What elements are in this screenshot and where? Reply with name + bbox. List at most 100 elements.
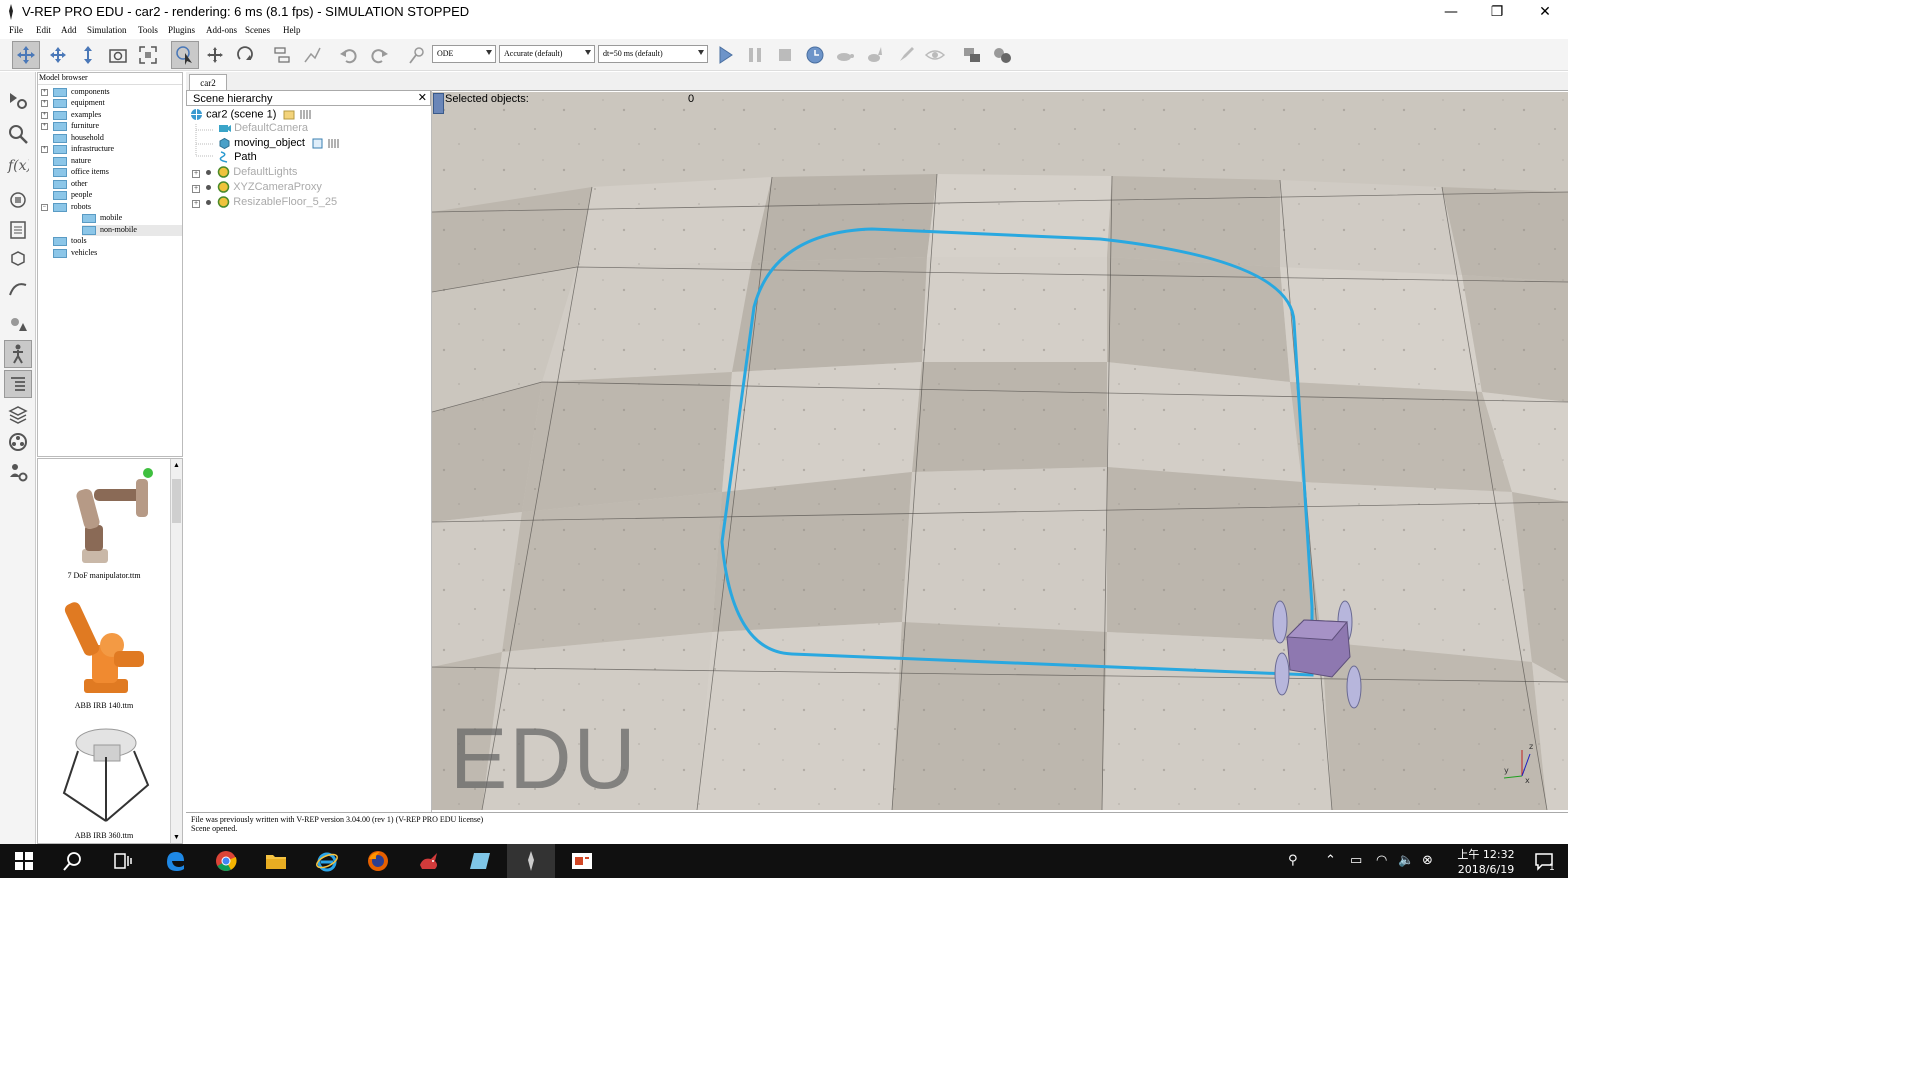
hierarchy-item-moving-object[interactable]: moving_object (218, 137, 339, 150)
slow-down-button[interactable] (831, 41, 859, 69)
tree-item-household[interactable]: household (53, 133, 104, 144)
collision-detection-button[interactable] (4, 120, 32, 148)
object-shift-button[interactable] (201, 41, 229, 69)
edge-app[interactable] (151, 844, 199, 878)
close-button[interactable]: ✕ (1522, 0, 1568, 24)
camera-rotate-button[interactable] (44, 41, 72, 69)
tree-item-non-mobile[interactable]: non-mobile (82, 225, 182, 236)
scripts-button[interactable] (4, 186, 32, 214)
battery-icon[interactable]: ▭ (1350, 853, 1362, 868)
object-properties-button[interactable] (4, 244, 32, 272)
powerpoint-app[interactable] (558, 844, 606, 878)
viewport-corner-handle[interactable] (433, 93, 444, 114)
expand-icon[interactable]: + (41, 122, 48, 130)
tree-item-nature[interactable]: nature (53, 156, 91, 167)
fit-to-view-button[interactable] (134, 41, 162, 69)
action-center-button[interactable]: 1 (1524, 844, 1564, 878)
internet-explorer-app[interactable] (303, 844, 351, 878)
verify-button[interactable] (403, 41, 431, 69)
firefox-app[interactable] (354, 844, 402, 878)
visualization-toggle-button[interactable] (921, 41, 949, 69)
hierarchy-item-defaultcamera[interactable]: DefaultCamera (218, 122, 308, 134)
scene-viewport[interactable]: z y x (432, 92, 1568, 810)
menu-edit[interactable]: Edit (36, 25, 51, 35)
collapse-icon[interactable]: − (41, 203, 48, 211)
tree-item-other[interactable]: other (53, 179, 87, 190)
object-rotate-button[interactable] (231, 41, 259, 69)
layers-button[interactable] (4, 400, 32, 428)
tree-item-office-items[interactable]: office items (53, 167, 109, 178)
model-thumbnail-abb-irb360[interactable]: ABB IRB 360.ttm (38, 723, 170, 840)
scene-hierarchy-toggle-button[interactable] (4, 370, 32, 398)
volume-icon[interactable]: 🔈 (1398, 853, 1414, 868)
tree-item-components[interactable]: + components (41, 87, 110, 98)
scroll-down-icon[interactable]: ▼ (173, 833, 180, 841)
camera-shift-button[interactable] (74, 41, 102, 69)
file-explorer-app[interactable] (252, 844, 300, 878)
user-settings-button[interactable] (4, 458, 32, 486)
speed-up-button[interactable] (861, 41, 889, 69)
people-tray-icon[interactable]: ⚲ (1288, 853, 1298, 868)
menu-plugins[interactable]: Plugins (168, 25, 195, 35)
maximize-button[interactable]: ❐ (1474, 0, 1520, 24)
realtime-mode-button[interactable] (801, 41, 829, 69)
undo-button[interactable] (335, 41, 363, 69)
thread-rendering-button[interactable] (891, 41, 919, 69)
menu-simulation[interactable]: Simulation (87, 25, 127, 35)
taskbar-clock[interactable]: 上午 12:32 2018/6/19 (1450, 847, 1522, 877)
tree-item-infrastructure[interactable]: + infrastructure (41, 144, 114, 155)
menu-help[interactable]: Help (283, 25, 301, 35)
tree-item-people[interactable]: people (53, 190, 92, 201)
expand-icon[interactable]: + (41, 99, 48, 107)
start-button[interactable] (0, 844, 48, 878)
scene-tab-car2[interactable]: car2 (189, 74, 227, 91)
task-view-button[interactable] (98, 844, 146, 878)
tree-item-mobile[interactable]: mobile (82, 213, 122, 224)
page-selector-button[interactable] (4, 216, 32, 244)
expand-icon[interactable]: + (41, 88, 48, 96)
thumbnail-scrollbar[interactable]: ▲ ▼ (170, 459, 182, 843)
menu-tools[interactable]: Tools (138, 25, 158, 35)
tree-item-vehicles[interactable]: vehicles (53, 248, 97, 259)
scroll-thumb[interactable] (172, 479, 181, 523)
assemble-button[interactable] (268, 41, 296, 69)
wifi-icon[interactable]: ◠ (1376, 853, 1387, 868)
video-recorder-button[interactable] (4, 428, 32, 456)
simulation-settings-button[interactable] (4, 86, 32, 114)
physics-engine-select[interactable]: ODE (432, 45, 496, 63)
pause-simulation-button[interactable] (741, 41, 769, 69)
timestep-select[interactable]: dt=50 ms (default) (598, 45, 708, 63)
paint-app[interactable] (456, 844, 504, 878)
vrep-app-active[interactable] (507, 844, 555, 878)
menu-add[interactable]: Add (61, 25, 77, 35)
camera-angle-button[interactable] (104, 41, 132, 69)
hierarchy-close-button[interactable]: ✕ (418, 91, 427, 104)
tree-item-equipment[interactable]: + equipment (41, 98, 105, 109)
tree-item-tools[interactable]: tools (53, 236, 87, 247)
show-hidden-icons[interactable]: ⌃ (1325, 853, 1336, 868)
path-edit-button[interactable] (4, 274, 32, 302)
redo-button[interactable] (365, 41, 393, 69)
object-select-button[interactable] (171, 41, 199, 69)
menu-file[interactable]: File (9, 25, 23, 35)
accuracy-select[interactable]: Accurate (default) (499, 45, 595, 63)
scene-object-properties-button[interactable] (958, 41, 986, 69)
shape-edit-button[interactable] (4, 310, 32, 338)
tree-item-furniture[interactable]: + furniture (41, 121, 99, 132)
start-simulation-button[interactable] (711, 41, 739, 69)
expand-icon[interactable]: + (41, 111, 48, 119)
transfer-dna-button[interactable] (298, 41, 326, 69)
tree-item-examples[interactable]: + examples (41, 110, 101, 121)
minimize-button[interactable]: — (1428, 0, 1474, 24)
menu-scenes[interactable]: Scenes (245, 25, 270, 35)
vrep-edu-app[interactable] (405, 844, 453, 878)
chrome-app[interactable] (202, 844, 250, 878)
expand-icon[interactable]: + (41, 145, 48, 153)
search-button[interactable] (49, 844, 97, 878)
menu-addons[interactable]: Add-ons (206, 25, 237, 35)
camera-pan-button[interactable] (12, 41, 40, 69)
calculation-modules-button[interactable] (988, 41, 1016, 69)
stop-simulation-button[interactable] (771, 41, 799, 69)
model-thumbnail-7dof[interactable]: 7 DoF manipulator.ttm (38, 463, 170, 580)
ime-indicator-icon[interactable]: ⊗ (1422, 853, 1433, 868)
